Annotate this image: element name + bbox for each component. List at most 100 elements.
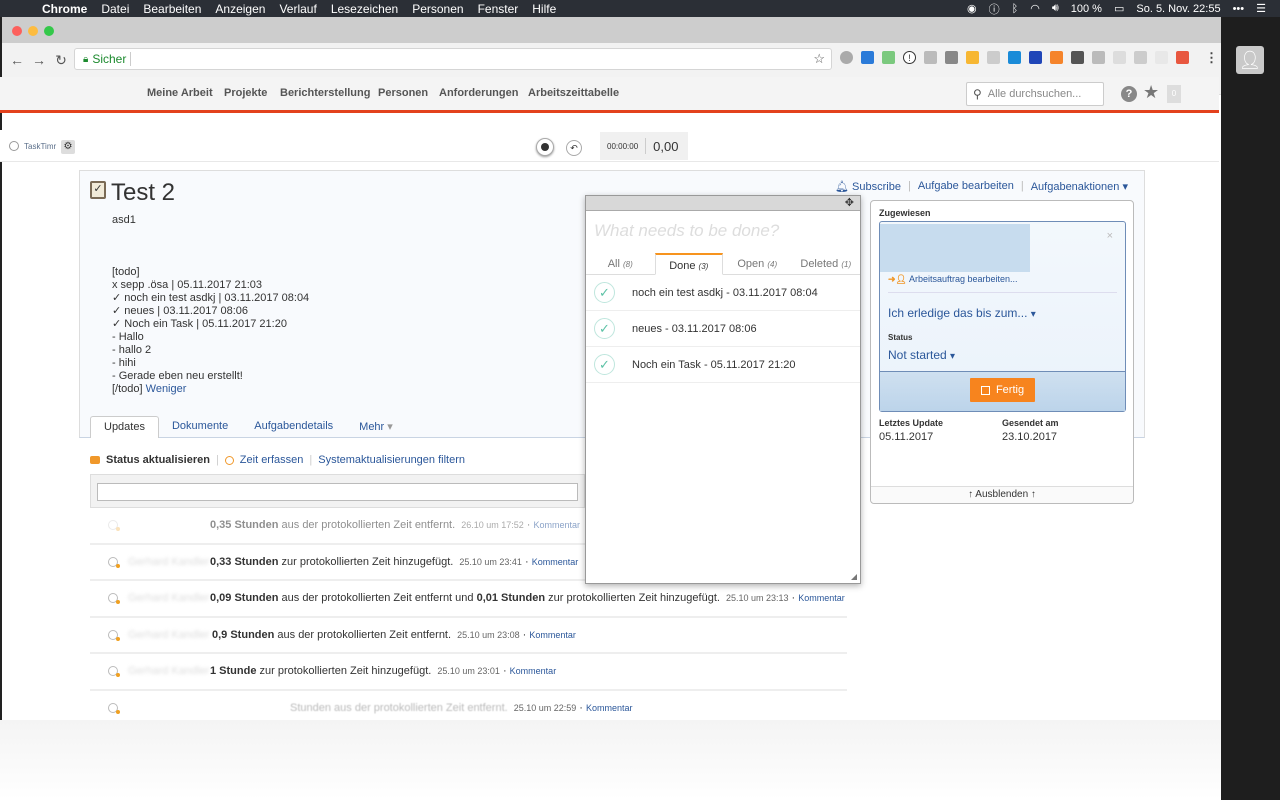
extension-code-icon[interactable] [1113,51,1126,64]
menu-bearbeiten[interactable]: Bearbeiten [143,2,201,16]
move-icon[interactable]: ✥ [845,196,854,209]
extension-gear-icon[interactable] [840,51,853,64]
menu-app-name[interactable]: Chrome [42,2,87,16]
checkmark-toggle[interactable]: ✓ [594,282,615,303]
todo-tab-done[interactable]: Done (3) [654,253,724,275]
extension-screen-icon[interactable] [966,51,979,64]
menu-verlauf[interactable]: Verlauf [279,2,316,16]
status-dropdown[interactable]: Not started ▾ [888,348,955,362]
notification-center-icon[interactable]: ☰ [1256,2,1266,15]
popup-drag-handle[interactable]: ✥ [586,196,860,211]
volume-icon[interactable]: 🔊︎ [1052,2,1059,15]
extension-robot-icon[interactable] [924,51,937,64]
extension-eyedropper-icon[interactable] [861,51,874,64]
todo-tab-open[interactable]: Open (4) [723,253,792,274]
tab-aufgabendetails[interactable]: Aufgabendetails [241,416,346,438]
divider: | [309,454,313,466]
checkmark-toggle[interactable]: ✓ [594,318,615,339]
extension-1password-icon[interactable]: ! [903,51,916,64]
clock-icon [224,455,234,465]
comment-link[interactable]: Kommentar [586,703,633,713]
chrome-menu-icon[interactable]: ⋮ [1205,50,1218,66]
nav-anforderungen[interactable]: Anforderungen [439,87,518,99]
user-profile-icon[interactable]: 👤︎ [1236,46,1264,74]
comment-link[interactable]: Kommentar [510,666,557,676]
extension-bulb-icon[interactable] [1071,51,1084,64]
todo-item-label[interactable]: Noch ein Task - 05.11.2017 21:20 [632,359,796,371]
todo-item-label[interactable]: neues - 03.11.2017 08:06 [632,323,757,335]
global-search-input[interactable]: ⚲ Alle durchsuchen... [966,82,1104,106]
maximize-window-button[interactable] [44,26,54,36]
menu-anzeigen[interactable]: Anzeigen [215,2,265,16]
extension-dot-icon[interactable] [1155,51,1168,64]
battery-icon[interactable]: ▭ [1114,2,1124,15]
filter-system-updates-link[interactable]: Systemaktualisierungen filtern [318,454,465,466]
extension-drive-icon[interactable] [987,51,1000,64]
checkmark-toggle[interactable]: ✓ [594,354,615,375]
record-button[interactable] [536,138,554,156]
menu-personen[interactable]: Personen [412,2,463,16]
comment-link[interactable]: Kommentar [529,630,576,640]
notification-badge[interactable]: 0 [1167,85,1181,103]
bluetooth-icon[interactable]: ᛒ [1012,3,1019,15]
due-date-dropdown[interactable]: Ich erledige das bis zum... ▾ [888,306,1036,320]
forward-icon[interactable]: → [28,52,50,68]
status-update-input[interactable] [97,483,578,501]
nav-meine-arbeit[interactable]: Meine Arbeit [147,87,213,99]
help-icon[interactable]: ? [1121,86,1137,102]
todo-tab-all[interactable]: All (8) [586,253,655,274]
edit-task-button[interactable]: Aufgabe bearbeiten [918,180,1014,193]
extension-v-icon[interactable] [1092,51,1105,64]
favorites-star-icon[interactable]: ★ [1143,82,1159,103]
resize-handle[interactable] [851,574,857,580]
close-icon[interactable]: × [1107,230,1113,242]
todo-item-label[interactable]: noch ein test asdkj - 03.11.2017 08:04 [632,287,818,299]
extension-ruler-icon[interactable] [1029,51,1042,64]
extension-analytics-icon[interactable] [1050,51,1063,64]
new-todo-input[interactable]: What needs to be done? [586,211,860,253]
extension-square-icon[interactable] [1008,51,1021,64]
reload-icon[interactable]: ↻ [50,52,72,69]
tab-dokumente[interactable]: Dokumente [159,416,241,438]
show-less-link[interactable]: Weniger [146,383,187,395]
onepassword-icon[interactable]: ⓘ [989,1,1000,17]
bookmark-star-icon[interactable]: ☆ [813,51,825,67]
menu-datei[interactable]: Datei [101,2,129,16]
menu-lesezeichen[interactable]: Lesezeichen [331,2,398,16]
edit-assignment-link[interactable]: ➜👤︎ Arbeitsauftrag bearbeiten... [888,274,1018,285]
comment-link[interactable]: Kommentar [532,557,579,567]
tab-updates[interactable]: Updates [90,416,159,438]
todo-tab-deleted[interactable]: Deleted (1) [792,253,861,274]
menu-fenster[interactable]: Fenster [478,2,519,16]
comment-link[interactable]: Kommentar [798,593,845,603]
log-time-link[interactable]: Zeit erfassen [240,454,304,466]
undo-button[interactable]: ↶ [566,140,582,156]
status-update-button[interactable]: Status aktualisieren [106,454,210,466]
menu-hilfe[interactable]: Hilfe [532,2,556,16]
tasktimr-label[interactable]: TaskTimr [24,142,56,151]
nav-arbeitszeittabelle[interactable]: Arbeitszeittabelle [528,87,619,99]
wifi-icon[interactable]: ◠ [1030,2,1040,15]
nav-berichterstellung[interactable]: Berichterstellung [280,87,370,99]
collapse-button[interactable]: ↑ Ausblenden ↑ [871,486,1133,503]
minimize-window-button[interactable] [28,26,38,36]
subscribe-button[interactable]: 🔔︎ Subscribe [835,180,901,193]
address-bar[interactable]: 🔒︎ Sicher ☆ [74,48,832,70]
tab-mehr[interactable]: Mehr ▾ [346,416,406,438]
comment-link[interactable]: Kommentar [534,520,581,530]
extension-chart-icon[interactable] [945,51,958,64]
done-button[interactable]: Fertig [970,378,1035,402]
more-icon[interactable]: ••• [1233,3,1245,15]
task-actions-dropdown[interactable]: Aufgabenaktionen ▾ [1031,180,1128,193]
back-icon[interactable]: ← [6,52,28,68]
extension-red-icon[interactable] [1176,51,1189,64]
nav-projekte[interactable]: Projekte [224,87,267,99]
extension-map-icon[interactable] [882,51,895,64]
extension-w-icon[interactable] [1134,51,1147,64]
settings-gear-icon[interactable]: ⚙ [61,140,75,154]
eye-icon[interactable]: ◉ [967,2,977,15]
clock[interactable]: So. 5. Nov. 22:55 [1136,3,1220,15]
nav-personen[interactable]: Personen [378,87,428,99]
page-bottom-fade [0,720,1221,800]
close-window-button[interactable] [12,26,22,36]
